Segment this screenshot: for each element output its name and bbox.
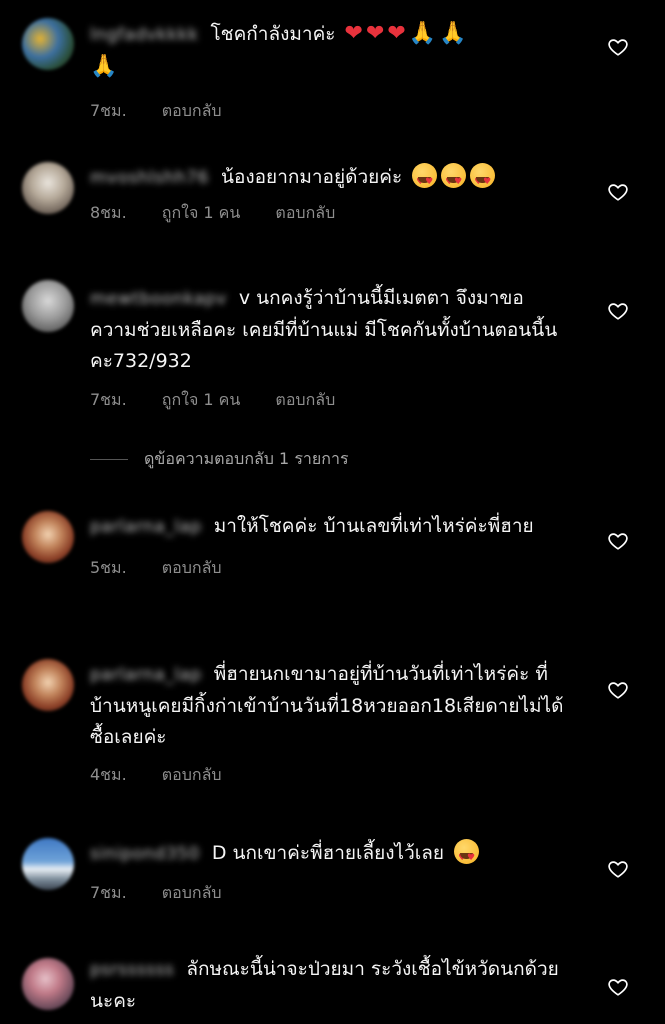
avatar[interactable]: [22, 511, 74, 563]
likes-count[interactable]: ถูกใจ 1 คน: [162, 388, 241, 413]
like-heart-icon[interactable]: [607, 530, 629, 552]
avatar[interactable]: [22, 838, 74, 890]
like-heart-icon[interactable]: [607, 858, 629, 880]
comment-text: mewtboonkapv v นกคงรู้ว่าบ้านนี้มีเมตตา …: [90, 283, 570, 377]
comment-meta: 7ชม. ตอบกลับ: [90, 881, 570, 903]
username[interactable]: parlarna_lap: [90, 660, 202, 691]
view-replies-label: ดูข้อความตอบกลับ 1 รายการ: [144, 449, 349, 468]
avatar[interactable]: [22, 659, 74, 711]
pray-emoji-icon: 🙏: [408, 21, 437, 46]
reply-button[interactable]: ตอบกลับ: [162, 881, 222, 906]
comment-text: sinipond350 D นกเขาค่ะพี่ฮายเลี้ยงไว้เลย: [90, 838, 570, 874]
reply-button[interactable]: ตอบกลับ: [162, 763, 222, 788]
username[interactable]: mewtboonkapv: [90, 284, 227, 315]
like-heart-icon[interactable]: [607, 181, 629, 203]
timestamp: 5ชม.: [90, 558, 127, 577]
comment-meta: 4ชม. ตอบกลับ: [90, 763, 570, 785]
comment-meta: 7ชม. ตอบกลับ: [90, 99, 570, 121]
avatar[interactable]: [22, 162, 74, 214]
heart-eyes-emoji-icon: [412, 163, 438, 198]
username[interactable]: sinipond350: [90, 839, 200, 870]
like-heart-icon[interactable]: [607, 679, 629, 701]
comment-text: mvoshlshh76 น้องอยากมาอยู่ด้วยค่ะ: [90, 162, 570, 198]
comment-meta: 8ชม. ถูกใจ 1 คน ตอบกลับ: [90, 201, 570, 223]
avatar[interactable]: [22, 958, 74, 1010]
red-heart-emoji-icon: ❤: [387, 21, 406, 46]
comment-message: โชคกำลังมาค่ะ: [210, 23, 336, 45]
comment-text: parlarna_lap มาให้โชคค่ะ บ้านเลขที่เท่าไ…: [90, 511, 570, 543]
username[interactable]: lngfadvkkkk: [90, 20, 198, 51]
pray-emoji-icon: 🙏: [90, 54, 118, 79]
timestamp: 8ชม.: [90, 203, 127, 222]
timestamp: 4ชม.: [90, 765, 127, 784]
heart-eyes-emoji-icon: [441, 163, 467, 198]
comment-text: lngfadvkkkk โชคกำลังมาค่ะ ❤ ❤ ❤ 🙏 🙏 🙏: [90, 18, 570, 83]
comment-message: น้องอยากมาอยู่ด้วยค่ะ: [220, 166, 403, 188]
like-heart-icon[interactable]: [607, 300, 629, 322]
comment-message: มาให้โชคค่ะ บ้านเลขที่เท่าไหร่ค่ะพี่ฮาย: [213, 515, 534, 537]
pray-emoji-icon: 🙏: [439, 21, 467, 46]
comment-meta: 7ชม. ถูกใจ 1 คน ตอบกลับ: [90, 388, 570, 410]
comment-text: psrssssss ลักษณะนี้น่าจะป่วยมา ระวังเชื้…: [90, 954, 570, 1017]
timestamp: 7ชม.: [90, 390, 127, 409]
reply-button[interactable]: ตอบกลับ: [275, 388, 335, 413]
comment-text: parlarna_lap พี่ฮายนกเขามาอยู่ที่บ้านวัน…: [90, 659, 570, 753]
avatar[interactable]: [22, 280, 74, 332]
comment-message: D นกเขาค่ะพี่ฮายเลี้ยงไว้เลย: [211, 842, 445, 864]
timestamp: 7ชม.: [90, 101, 127, 120]
avatar[interactable]: [22, 18, 74, 70]
username[interactable]: parlarna_lap: [90, 512, 202, 543]
timestamp: 7ชม.: [90, 883, 127, 902]
heart-eyes-emoji-icon: [454, 839, 480, 874]
like-heart-icon[interactable]: [607, 36, 629, 58]
like-heart-icon[interactable]: [607, 976, 629, 998]
comment-meta: 5ชม. ตอบกลับ: [90, 556, 570, 578]
view-replies-button[interactable]: ดูข้อความตอบกลับ 1 รายการ: [90, 447, 349, 472]
divider-line: [90, 459, 128, 460]
username[interactable]: psrssssss: [90, 955, 174, 986]
heart-eyes-emoji-icon: [470, 163, 496, 198]
reply-button[interactable]: ตอบกลับ: [162, 99, 222, 124]
likes-count[interactable]: ถูกใจ 1 คน: [162, 201, 241, 226]
reply-button[interactable]: ตอบกลับ: [162, 556, 222, 581]
red-heart-emoji-icon: ❤: [365, 21, 385, 46]
username[interactable]: mvoshlshh76: [90, 163, 209, 194]
red-heart-emoji-icon: ❤: [344, 21, 363, 46]
reply-button[interactable]: ตอบกลับ: [275, 201, 335, 226]
